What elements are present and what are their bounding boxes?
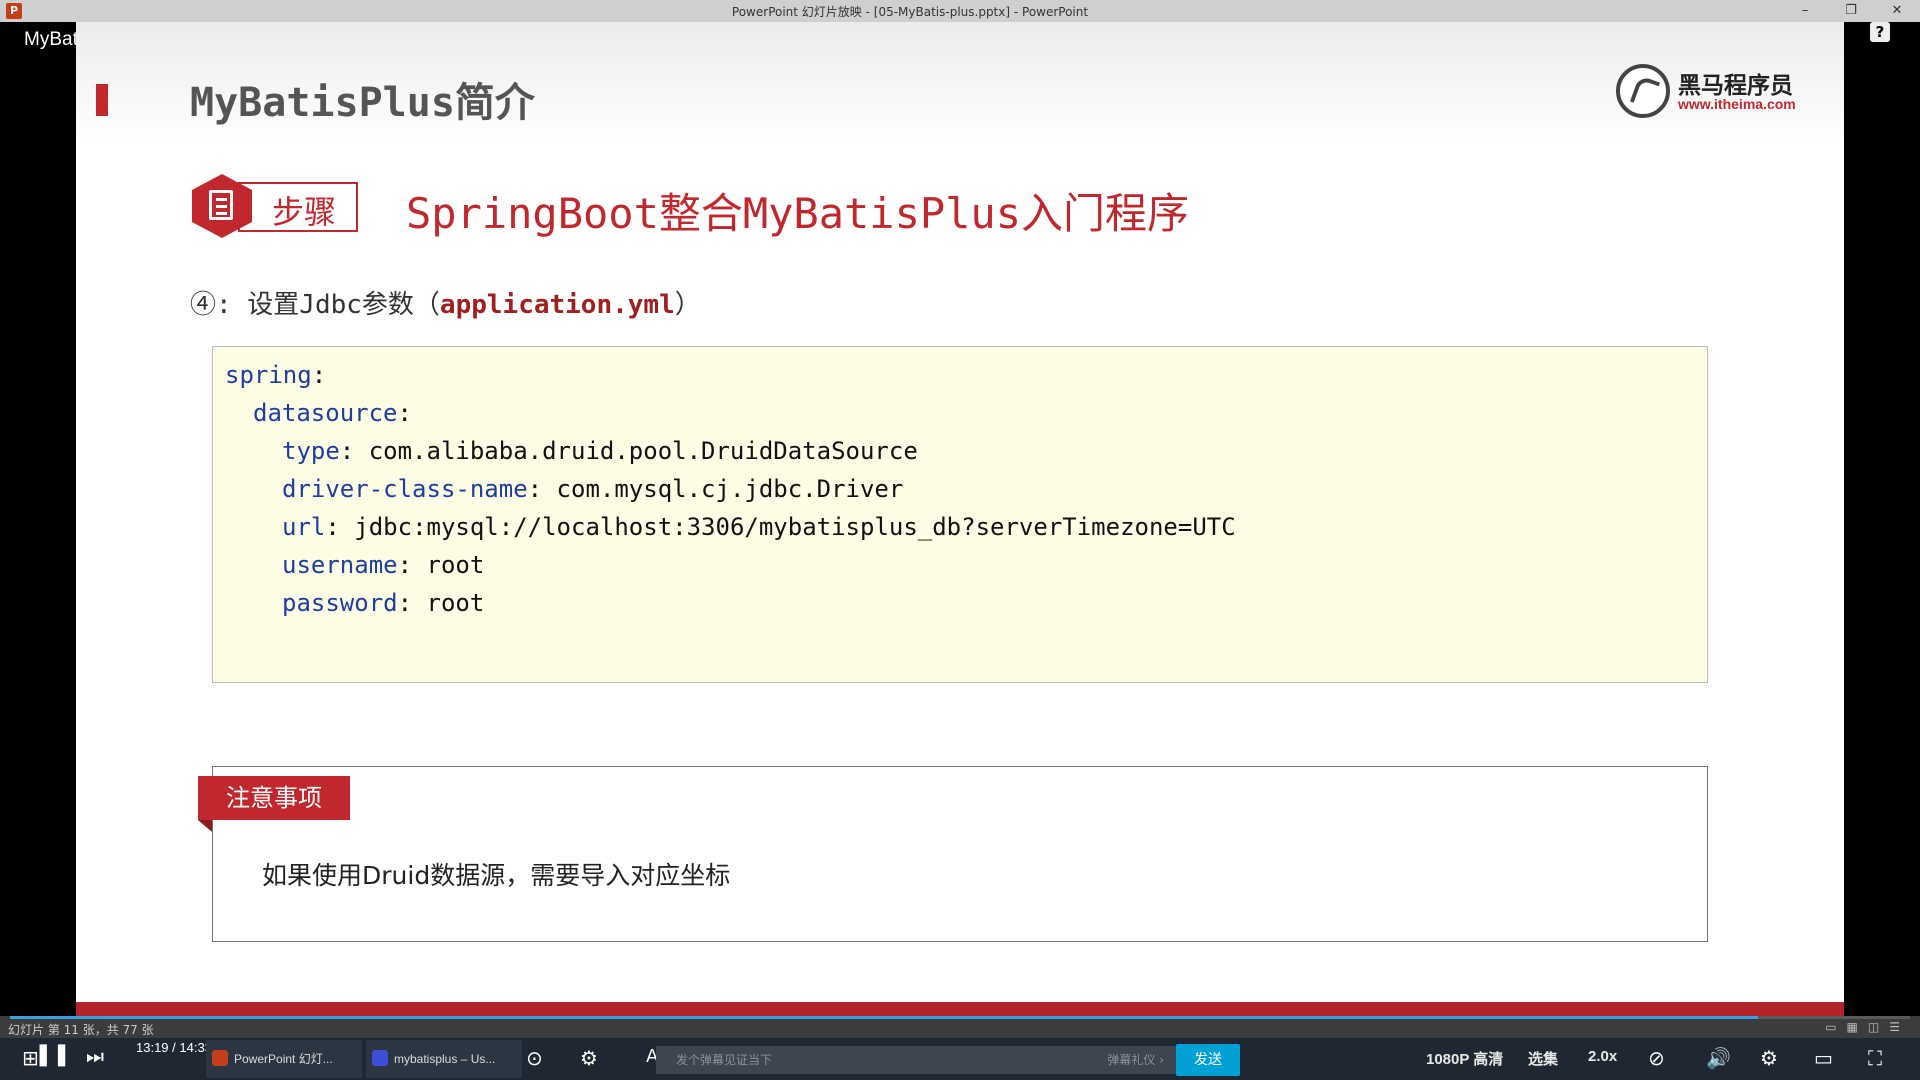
code-line: driver-class-name: com.mysql.cj.jdbc.Dri… xyxy=(282,475,904,503)
logo-url: www.itheima.com xyxy=(1678,96,1796,112)
note-tab-fold xyxy=(198,820,212,832)
next-icon[interactable]: ⏭ xyxy=(86,1044,104,1068)
volume-icon[interactable]: 🔊 xyxy=(1706,1046,1731,1070)
taskbar-app-label: mybatisplus – Us... xyxy=(394,1052,496,1066)
slide-title: MyBatisPlus简介 xyxy=(190,80,535,126)
code-line: spring: xyxy=(225,361,327,389)
window-title: PowerPoint 幻灯片放映 - [05-MyBatis-plus.pptx… xyxy=(731,5,1089,19)
title-accent-bar xyxy=(96,84,108,116)
quality-selector[interactable]: 1080P 高清 xyxy=(1426,1048,1503,1069)
itheima-logo: 黑马程序员 www.itheima.com xyxy=(1616,64,1806,120)
code-line: password: root xyxy=(282,589,485,617)
slideshow-status-bar: 幻灯片 第 11 张，共 77 张 ▭▦◫☰ xyxy=(0,1016,1920,1038)
danmu-placeholder: 发个弹幕见证当下 xyxy=(676,1053,773,1067)
note-box xyxy=(212,766,1708,942)
step-title: SpringBoot整合MyBatisPlus入门程序 xyxy=(406,189,1190,238)
step-badge-box: 步骤 xyxy=(238,182,358,232)
taskbar-app-intellij[interactable]: mybatisplus – Us... xyxy=(366,1040,522,1078)
intellij-icon xyxy=(372,1050,388,1066)
restore-button[interactable]: ❐ xyxy=(1836,2,1866,20)
code-line: datasource: xyxy=(253,399,412,427)
speed-selector[interactable]: 2.0x xyxy=(1588,1048,1617,1065)
episodes-button[interactable]: 选集 xyxy=(1528,1048,1558,1069)
pause-icon[interactable]: ❚❚ xyxy=(34,1042,71,1067)
document-icon xyxy=(209,190,233,220)
video-progress-bar[interactable] xyxy=(10,1016,1910,1019)
subtitle-off-icon[interactable]: ⊘ xyxy=(1648,1046,1665,1070)
code-block: spring: datasource: type: com.alibaba.dr… xyxy=(212,346,1708,683)
logo-name: 黑马程序员 xyxy=(1678,73,1793,99)
help-icon[interactable]: ? xyxy=(1870,22,1890,42)
fullscreen-icon[interactable]: ⛶ xyxy=(1868,1046,1882,1070)
logo-emblem-icon xyxy=(1616,64,1670,118)
danmu-etiquette-link[interactable]: 弹幕礼仪 › xyxy=(1107,1046,1164,1074)
note-title: 注意事项 xyxy=(198,776,350,820)
taskbar-app-powerpoint[interactable]: PowerPoint 幻灯... xyxy=(206,1040,362,1078)
slide-footer-bar xyxy=(76,1002,1844,1016)
video-progress-fill xyxy=(10,1016,1758,1019)
powerpoint-icon xyxy=(212,1050,228,1066)
player-control-bar: ⊞ ❚❚ ⏭ 13:19 / 14:33 PowerPoint 幻灯... my… xyxy=(0,1038,1920,1080)
step-instruction-prefix: ④: 设置Jdbc参数（ xyxy=(190,290,440,320)
slide-counter: 幻灯片 第 11 张，共 77 张 xyxy=(8,1023,154,1037)
taskbar-app-label: PowerPoint 幻灯... xyxy=(234,1052,333,1066)
step-instruction-file: application.yml xyxy=(439,290,675,320)
step-badge-label: 步骤 xyxy=(272,193,337,231)
view-mode-icons[interactable]: ▭▦◫☰ xyxy=(1825,1020,1910,1034)
note-text: 如果使用Druid数据源，需要导入对应坐标 xyxy=(262,861,731,890)
danmu-settings-icon[interactable]: ⚙ xyxy=(580,1046,598,1070)
playback-time: 13:19 / 14:33 xyxy=(136,1040,212,1055)
step-instruction: ④: 设置Jdbc参数（application.yml） xyxy=(190,284,701,321)
code-line: type: com.alibaba.druid.pool.DruidDataSo… xyxy=(282,437,918,465)
danmu-input[interactable]: 发个弹幕见证当下 弹幕礼仪 › xyxy=(656,1046,1176,1074)
step-badge: 步骤 xyxy=(192,174,362,238)
send-button[interactable]: 发送 xyxy=(1176,1044,1240,1076)
window-title-bar: P PowerPoint 幻灯片放映 - [05-MyBatis-plus.pp… xyxy=(0,0,1920,22)
slide[interactable]: MyBatisPlus简介 黑马程序员 www.itheima.com 步骤 S… xyxy=(76,22,1844,1016)
widescreen-icon[interactable]: ▭ xyxy=(1814,1046,1833,1070)
code-line: username: root xyxy=(282,551,485,579)
close-button[interactable]: ✕ xyxy=(1882,2,1912,20)
danmu-toggle-icon[interactable]: ⊙ xyxy=(526,1046,543,1070)
code-line: url: jdbc:mysql://localhost:3306/mybatis… xyxy=(282,513,1236,541)
settings-gear-icon[interactable]: ⚙ xyxy=(1760,1046,1778,1070)
step-instruction-suffix: ） xyxy=(674,290,701,320)
minimize-button[interactable]: – xyxy=(1790,2,1820,20)
